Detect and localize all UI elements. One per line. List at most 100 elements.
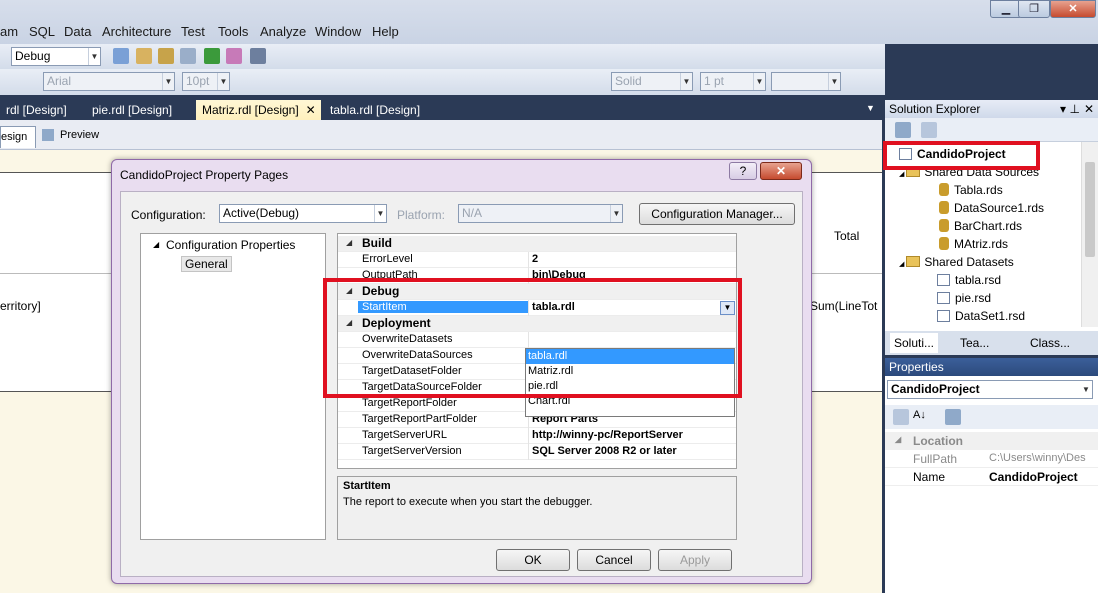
property-name: TargetReportPartFolder xyxy=(362,413,477,425)
help-icon[interactable]: ? xyxy=(729,162,757,180)
menu-help[interactable]: Help xyxy=(372,24,399,39)
tab-overflow-icon[interactable]: ▼ xyxy=(866,103,875,113)
total-header: Total xyxy=(834,229,860,243)
list-item[interactable]: DataSource1.rds xyxy=(939,201,1044,215)
line-width-value: 1 pt xyxy=(704,74,725,88)
property-row[interactable]: Name CandidoProject xyxy=(885,468,1098,486)
list-item[interactable]: BarChart.rds xyxy=(939,219,1022,233)
property-row[interactable]: TargetServerURL http://winny-pc/ReportSer… xyxy=(338,428,736,444)
list-item[interactable]: pie.rsd xyxy=(937,291,991,305)
menu-window[interactable]: Window xyxy=(315,24,361,39)
font-size-value: 10pt xyxy=(186,74,210,88)
object-selector[interactable]: CandidoProject ▼ xyxy=(887,380,1093,399)
settings-icon[interactable] xyxy=(180,48,196,64)
line-width-dropdown[interactable]: 1 pt ▼ xyxy=(700,72,766,91)
scrollbar[interactable] xyxy=(1081,142,1098,327)
categorized-icon[interactable] xyxy=(893,409,909,425)
menu-data[interactable]: Data xyxy=(64,24,91,39)
configuration-dropdown[interactable]: Active(Debug) ▼ xyxy=(219,204,387,223)
alphabetical-icon[interactable]: A↓ xyxy=(913,409,926,421)
tree-config-properties[interactable]: Configuration Properties xyxy=(166,238,295,252)
property-name: FullPath xyxy=(913,452,958,466)
solution-config-dropdown[interactable]: Debug ▼ xyxy=(11,47,101,66)
ok-button[interactable]: OK xyxy=(496,549,570,571)
description-text: The report to execute when you start the… xyxy=(343,496,593,508)
property-value[interactable]: SQL Server 2008 R2 or later xyxy=(532,445,677,457)
datasource-icon xyxy=(939,219,949,232)
category-row[interactable]: ◢ Build xyxy=(338,236,736,252)
territory-cell: erritory] xyxy=(0,299,41,313)
chevron-down-icon: ▼ xyxy=(753,73,765,90)
solution-config-value: Debug xyxy=(15,49,51,63)
find-icon[interactable] xyxy=(113,48,129,64)
property-row[interactable]: ErrorLevel 2 xyxy=(338,252,736,268)
close-window-icon[interactable]: ✕ xyxy=(1050,0,1096,18)
close-icon[interactable]: ✕ xyxy=(760,162,802,180)
tab-design[interactable]: esign xyxy=(0,126,36,148)
chevron-down-icon: ▼ xyxy=(162,73,174,90)
command-window-icon[interactable] xyxy=(250,48,266,64)
property-description: StartItem The report to execute when you… xyxy=(337,476,737,540)
start-icon[interactable] xyxy=(204,48,220,64)
tab-class[interactable]: Class... xyxy=(1030,333,1070,353)
configuration-manager-button[interactable]: Configuration Manager... xyxy=(639,203,795,225)
property-name: TargetServerURL xyxy=(362,429,447,441)
properties-icon[interactable] xyxy=(895,122,911,138)
line-style-dropdown[interactable]: Solid ▼ xyxy=(611,72,693,91)
close-tab-icon[interactable]: ✕ xyxy=(306,100,316,120)
datasource-icon xyxy=(939,183,949,196)
pin-dropdown-icon[interactable]: ▾ xyxy=(1060,100,1066,118)
dataset-icon xyxy=(937,274,950,286)
tab-matriz-rdl[interactable]: Matriz.rdl [Design] ✕ xyxy=(196,100,321,120)
menu-team[interactable]: am xyxy=(0,24,18,39)
property-row[interactable]: FullPath C:\Users\winny\Des xyxy=(885,450,1098,468)
expand-icon[interactable]: ◢ xyxy=(153,240,159,249)
tab-design-rdl[interactable]: rdl [Design] xyxy=(0,100,73,120)
design-preview-tabs: esign Preview xyxy=(0,120,882,150)
project-highlight xyxy=(883,141,1040,170)
property-row[interactable]: TargetServerVersion SQL Server 2008 R2 or… xyxy=(338,444,736,460)
list-item[interactable]: DataSet1.rsd xyxy=(937,309,1025,323)
cancel-button[interactable]: Cancel xyxy=(577,549,651,571)
collapse-icon[interactable]: ◢ xyxy=(346,238,352,247)
scroll-thumb[interactable] xyxy=(1085,162,1095,257)
border-color-dropdown[interactable]: ▼ xyxy=(771,72,841,91)
line-style-value: Solid xyxy=(615,74,642,88)
font-size-dropdown[interactable]: 10pt ▼ xyxy=(182,72,230,91)
tab-team[interactable]: Tea... xyxy=(960,333,989,353)
pin-icon[interactable]: ⊥ xyxy=(1070,100,1080,118)
shared-datasets-node[interactable]: ◢ Shared Datasets xyxy=(899,255,1014,269)
tab-preview[interactable]: Preview xyxy=(60,129,99,141)
restore-icon[interactable]: ❐ xyxy=(1018,0,1050,18)
menu-sql[interactable]: SQL xyxy=(29,24,55,39)
property-value[interactable]: http://winny-pc/ReportServer xyxy=(532,429,683,441)
tab-solution[interactable]: Soluti... xyxy=(890,333,939,353)
apply-button[interactable]: Apply xyxy=(658,549,732,571)
item-label: pie.rsd xyxy=(955,291,992,305)
menu-architecture[interactable]: Architecture xyxy=(102,24,171,39)
property-value[interactable]: 2 xyxy=(532,253,538,265)
tab-pie-rdl[interactable]: pie.rdl [Design] xyxy=(86,100,178,120)
divider xyxy=(528,444,529,460)
platform-dropdown[interactable]: N/A ▼ xyxy=(458,204,623,223)
properties-icon[interactable] xyxy=(136,48,152,64)
list-item[interactable]: MAtriz.rds xyxy=(939,237,1008,251)
menu-analyze[interactable]: Analyze xyxy=(260,24,306,39)
config-tree: ◢ Configuration Properties General xyxy=(140,233,326,540)
list-item[interactable]: tabla.rsd xyxy=(937,273,1001,287)
menu-tools[interactable]: Tools xyxy=(218,24,248,39)
toolbox-icon[interactable] xyxy=(158,48,174,64)
font-name-value: Arial xyxy=(47,74,72,88)
extensions-icon[interactable] xyxy=(226,48,242,64)
menu-test[interactable]: Test xyxy=(181,24,205,39)
list-item[interactable]: Tabla.rds xyxy=(939,183,1003,197)
font-name-dropdown[interactable]: Arial ▼ xyxy=(43,72,175,91)
location-category[interactable]: ◢ Location xyxy=(885,432,1098,450)
sum-cell: Sum(LineTot xyxy=(810,299,878,313)
tree-general[interactable]: General xyxy=(181,256,232,272)
dataset-icon xyxy=(937,310,950,322)
show-all-files-icon[interactable] xyxy=(921,122,937,138)
tab-tabla-rdl[interactable]: tabla.rdl [Design] xyxy=(324,100,426,120)
property-pages-icon[interactable] xyxy=(945,409,961,425)
close-icon[interactable]: ✕ xyxy=(1084,100,1094,118)
